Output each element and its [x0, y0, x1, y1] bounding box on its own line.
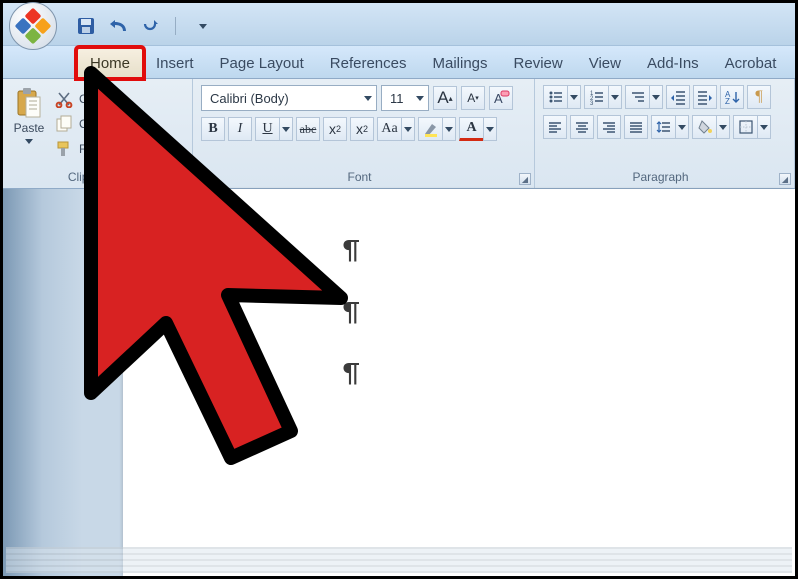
show-hide-button[interactable]: ¶ — [747, 85, 771, 109]
superscript-button[interactable]: x2 — [350, 117, 374, 141]
redo-icon[interactable] — [139, 15, 161, 37]
borders-button[interactable] — [733, 115, 771, 139]
highlight-button[interactable] — [418, 117, 456, 141]
font-name-dropdown[interactable]: Calibri (Body) — [201, 85, 377, 111]
svg-text:Z: Z — [725, 97, 730, 105]
paragraph-mark: ¶ — [343, 281, 755, 343]
group-font: Calibri (Body) 11 A▴ A▾ A B I U abc x2 x… — [193, 79, 535, 188]
chevron-down-icon[interactable] — [757, 115, 771, 139]
numbered-list-button[interactable]: 123 — [584, 85, 622, 109]
format-painter-icon — [55, 140, 73, 158]
titlebar — [3, 3, 795, 45]
copy-label: Copy — [79, 117, 107, 131]
font-size-value: 11 — [390, 91, 404, 106]
decrease-indent-button[interactable] — [666, 85, 690, 109]
ribbon: Paste Cut Copy Format Painter — [3, 79, 795, 189]
group-font-title: Font — [193, 168, 534, 188]
align-center-button[interactable] — [570, 115, 594, 139]
paste-button[interactable]: Paste — [9, 83, 49, 164]
grow-font-button[interactable]: A▴ — [433, 86, 457, 110]
bold-button[interactable]: B — [201, 117, 225, 141]
font-size-dropdown[interactable]: 11 — [381, 85, 429, 111]
paste-dropdown-icon[interactable] — [25, 139, 33, 144]
watermark-strip — [6, 547, 792, 573]
cut-button[interactable]: Cut — [55, 88, 158, 110]
qat-separator — [175, 17, 185, 35]
document-area: ¶ ¶ ¶ — [3, 189, 795, 576]
justify-button[interactable] — [624, 115, 648, 139]
change-case-button[interactable]: Aa — [377, 117, 415, 141]
cut-label: Cut — [79, 92, 98, 106]
tab-references[interactable]: References — [317, 48, 420, 78]
font-name-value: Calibri (Body) — [210, 91, 289, 106]
chevron-down-icon[interactable] — [401, 117, 415, 141]
chevron-down-icon[interactable] — [675, 115, 689, 139]
sort-button[interactable]: AZ — [720, 85, 744, 109]
tab-view[interactable]: View — [576, 48, 634, 78]
font-dialog-launcher-icon[interactable]: ◢ — [519, 173, 531, 185]
underline-button[interactable]: U — [255, 117, 293, 141]
group-paragraph: 123 AZ ¶ Paragraph ◢ — [535, 79, 795, 188]
align-right-button[interactable] — [597, 115, 621, 139]
group-clipboard-title: Clipboard — [3, 168, 192, 188]
chevron-down-icon[interactable] — [649, 85, 663, 109]
svg-text:3: 3 — [590, 101, 594, 105]
font-color-button[interactable]: A — [459, 117, 497, 141]
undo-icon[interactable] — [107, 15, 129, 37]
chevron-down-icon[interactable] — [279, 117, 293, 141]
multilevel-list-button[interactable] — [625, 85, 663, 109]
ribbon-tabs: Home Insert Page Layout References Maili… — [3, 45, 795, 79]
copy-button[interactable]: Copy — [55, 113, 158, 135]
paragraph-mark: ¶ — [343, 219, 755, 281]
tab-review[interactable]: Review — [501, 48, 576, 78]
cut-icon — [55, 90, 73, 108]
save-icon[interactable] — [75, 15, 97, 37]
tab-acrobat[interactable]: Acrobat — [712, 48, 790, 78]
clipboard-dialog-launcher-icon[interactable]: ◢ — [177, 173, 189, 185]
bullet-list-button[interactable] — [543, 85, 581, 109]
group-paragraph-title: Paragraph — [535, 168, 794, 188]
copy-icon — [55, 115, 73, 133]
format-painter-label: Format Painter — [79, 142, 158, 156]
strikethrough-button[interactable]: abc — [296, 117, 320, 141]
increase-indent-button[interactable] — [693, 85, 717, 109]
qat-customize-icon[interactable] — [199, 24, 207, 29]
paste-label: Paste — [14, 121, 45, 135]
shading-button[interactable] — [692, 115, 730, 139]
format-painter-button[interactable]: Format Painter — [55, 138, 158, 160]
quick-access-toolbar — [75, 15, 207, 37]
paragraph-dialog-launcher-icon[interactable]: ◢ — [779, 173, 791, 185]
clear-formatting-button[interactable]: A — [489, 86, 513, 110]
subscript-button[interactable]: x2 — [323, 117, 347, 141]
chevron-down-icon[interactable] — [567, 85, 581, 109]
chevron-down-icon — [416, 96, 424, 101]
document-page[interactable]: ¶ ¶ ¶ — [123, 189, 795, 576]
group-clipboard: Paste Cut Copy Format Painter — [3, 79, 193, 188]
shrink-font-button[interactable]: A▾ — [461, 86, 485, 110]
paste-icon — [14, 87, 44, 119]
tab-home[interactable]: Home — [77, 48, 143, 78]
tab-mailings[interactable]: Mailings — [420, 48, 501, 78]
align-left-button[interactable] — [543, 115, 567, 139]
chevron-down-icon[interactable] — [716, 115, 730, 139]
tab-insert[interactable]: Insert — [143, 48, 207, 78]
italic-button[interactable]: I — [228, 117, 252, 141]
tab-addins[interactable]: Add-Ins — [634, 48, 712, 78]
chevron-down-icon[interactable] — [483, 117, 497, 141]
tab-page-layout[interactable]: Page Layout — [207, 48, 317, 78]
chevron-down-icon[interactable] — [442, 117, 456, 141]
chevron-down-icon — [364, 96, 372, 101]
line-spacing-button[interactable] — [651, 115, 689, 139]
paragraph-mark: ¶ — [343, 342, 755, 404]
chevron-down-icon[interactable] — [608, 85, 622, 109]
office-button[interactable] — [9, 2, 57, 50]
